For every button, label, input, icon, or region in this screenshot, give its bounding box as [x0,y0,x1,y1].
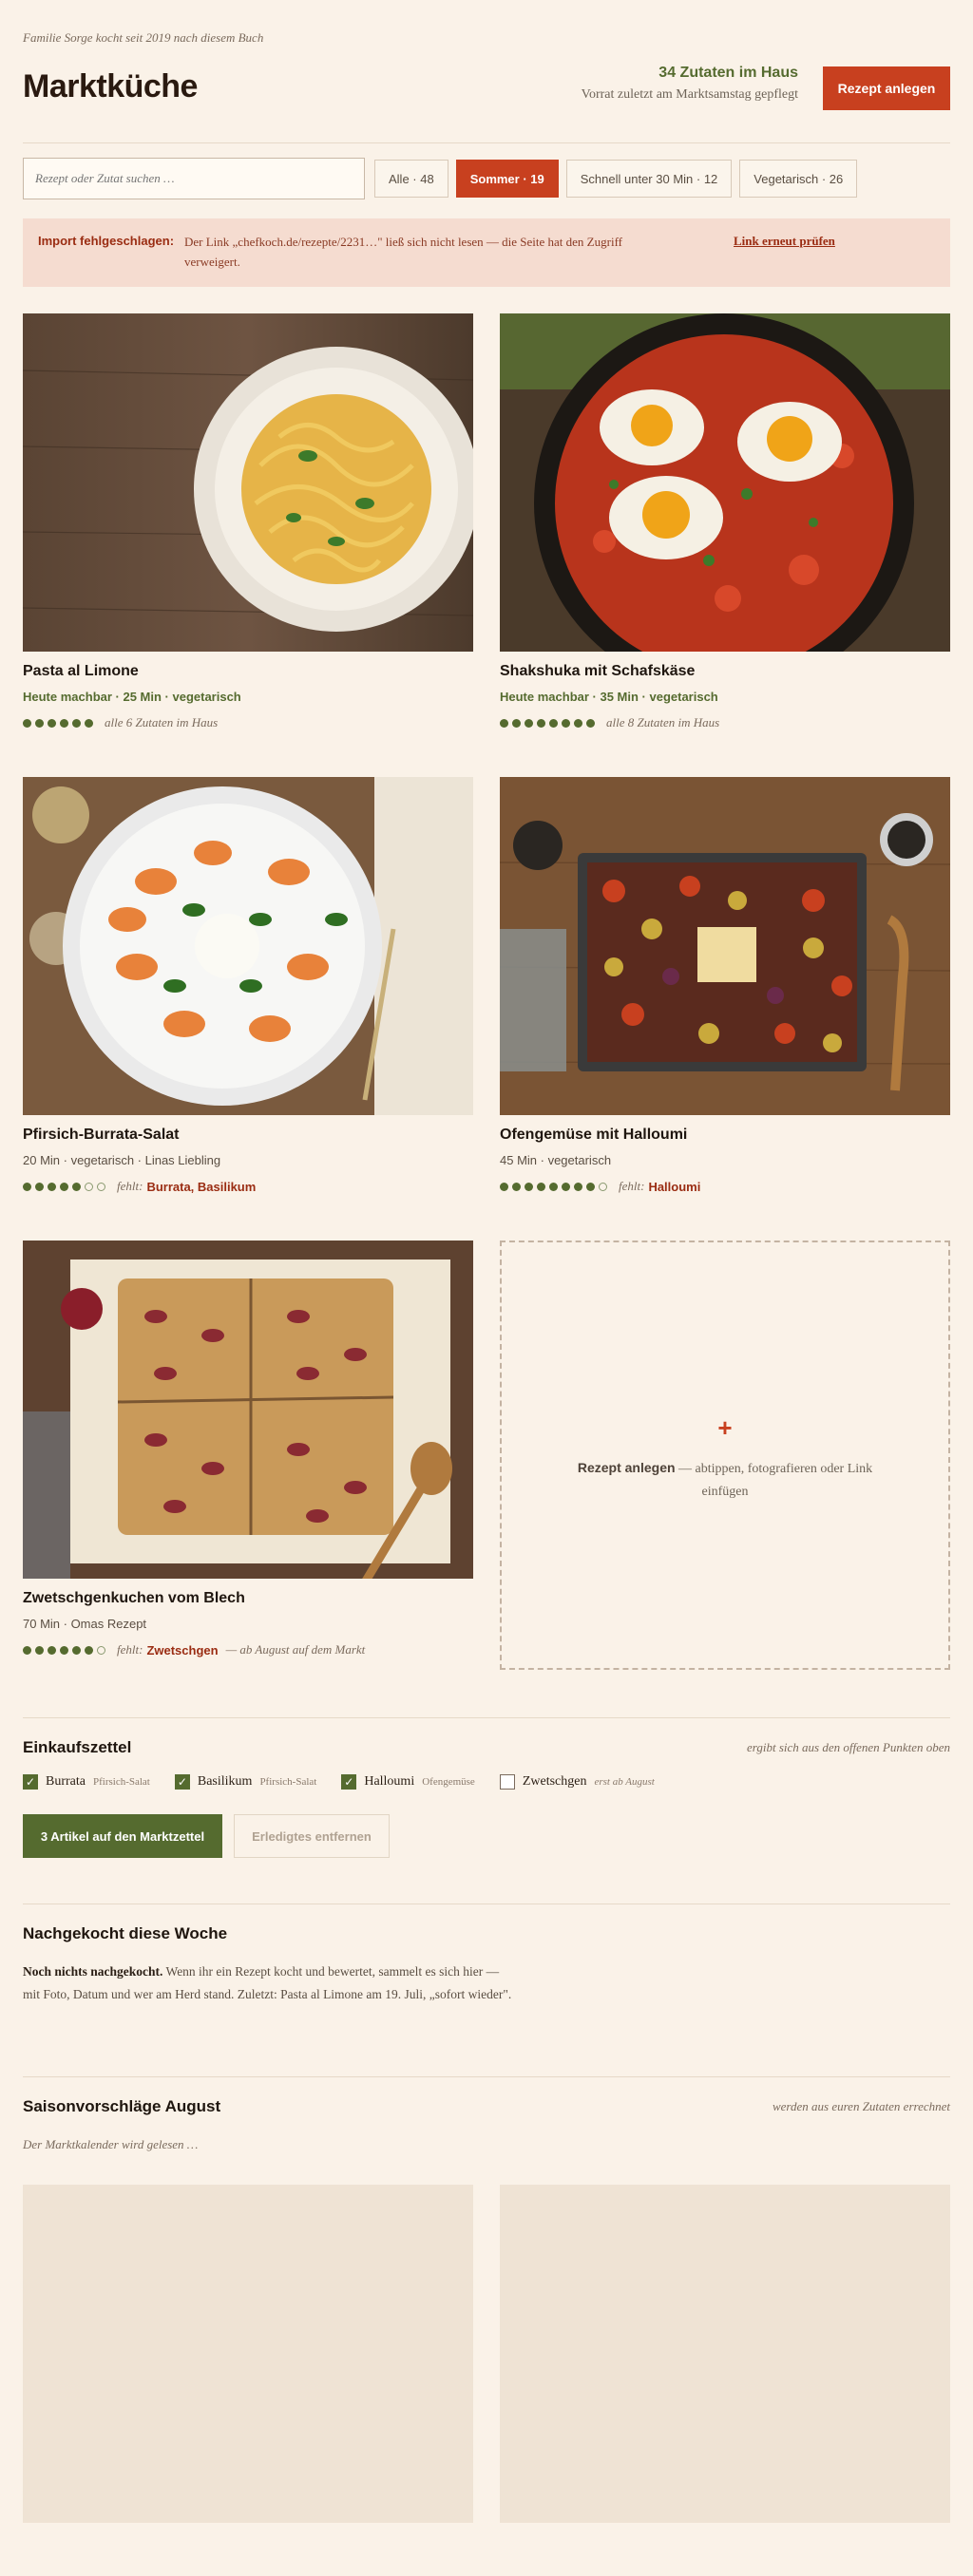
recipe-meta: Heute machbar · 25 Min · vegetarisch [23,690,241,704]
divider [23,2076,950,2077]
checkbox-checked[interactable]: ✓ [23,1774,38,1790]
loading-placeholder [23,2185,473,2523]
search-input[interactable] [23,158,365,199]
recipe-photo[interactable] [23,777,473,1115]
recipe-photo[interactable] [500,313,950,652]
recipe-card[interactable]: Ofengemüse mit Halloumi 45 Min · vegetar… [500,777,950,1194]
shopping-list: ✓ Burrata Pfirsich-Salat ✓ Basilikum Pfi… [23,1774,655,1790]
availability-note: — ab August auf dem Markt [225,1642,366,1657]
shopping-item[interactable]: ✓ Basilikum Pfirsich-Salat [174,1774,316,1790]
pantry-status: 34 Zutaten im Haus Vorrat zuletzt am Mar… [582,65,798,103]
recipe-name: Ofengemüse mit Halloumi [500,1127,688,1143]
season-title: Saisonvorschläge August [23,2097,221,2115]
ingredient-dots: alle 6 Zutaten im Haus [23,715,473,730]
filter-summer[interactable]: Sommer · 19 [455,160,559,198]
recipe-card[interactable]: Shakshuka mit Schafskäse Heute machbar ·… [500,313,950,730]
ingredient-note: alle 8 Zutaten im Haus [606,715,720,729]
cooked-empty-state: Noch nichts nachgekocht. Wenn ihr ein Re… [23,1964,512,2001]
filter-chips: Alle · 48 Sommer · 19 Schnell unter 30 M… [374,160,858,198]
recipe-card[interactable]: Pasta al Limone Heute machbar · 25 Min ·… [23,313,473,730]
loading-placeholder [500,2185,950,2523]
alert-message: Der Link „chefkoch.de/rezepte/2231…" lie… [184,235,622,270]
shopping-item[interactable]: ✓ Burrata Pfirsich-Salat [23,1774,150,1790]
filter-quick[interactable]: Schnell unter 30 Min · 12 [565,160,733,198]
recipe-name: Shakshuka mit Schafskäse [500,663,696,679]
ingredient-dots: fehlt: Burrata, Basilikum [23,1179,473,1194]
recipe-photo[interactable] [500,777,950,1115]
divider [23,142,950,143]
recipe-name: Pfirsich-Burrata-Salat [23,1127,180,1143]
ingredient-note: fehlt: [117,1642,143,1657]
alert-label: Import fehlgeschlagen: [38,234,175,248]
create-recipe-button[interactable]: Rezept anlegen [823,66,950,110]
season-note: werden aus euren Zutaten errechnet [772,2099,950,2113]
ingredient-dots: fehlt: Halloumi [500,1179,950,1194]
recipe-meta: 70 Min · Omas Rezept [23,1617,147,1631]
plus-icon: + [717,1413,733,1442]
checkbox-checked[interactable]: ✓ [341,1774,357,1790]
remove-done-button[interactable]: Erledigtes entfernen [234,1814,390,1858]
recipe-photo[interactable] [23,313,473,652]
filter-all[interactable]: Alle · 48 [374,160,448,198]
cooked-title: Nachgekocht diese Woche [23,1924,228,1942]
shopping-item[interactable]: ✓ Halloumi Ofengemüse [341,1774,475,1790]
retry-link[interactable]: Link erneut prüfen [734,234,835,249]
recipe-meta: Heute machbar · 35 Min · vegetarisch [500,690,718,704]
missing-ingredients: Halloumi [648,1179,701,1194]
recipe-meta: 45 Min · vegetarisch [500,1153,612,1167]
missing-ingredients: Zwetschgen [146,1642,219,1657]
shopping-item[interactable]: Zwetschgen erst ab August [499,1774,655,1790]
pantry-updated: Vorrat zuletzt am Marktsamstag gepflegt [581,87,798,102]
pantry-count: 34 Zutaten im Haus [658,65,798,81]
ingredient-note: alle 6 Zutaten im Haus [105,715,219,729]
ingredient-note: fehlt: [117,1179,143,1193]
add-recipe-card[interactable]: + Rezept anlegen — abtippen, fotografier… [500,1241,950,1670]
recipe-name: Zwetschgenkuchen vom Blech [23,1590,245,1606]
tagline: Familie Sorge kocht seit 2019 nach diese… [23,30,264,45]
checkbox-checked[interactable]: ✓ [174,1774,190,1790]
shopping-list-note: ergibt sich aus den offenen Punkten oben [747,1740,950,1754]
season-loading: Der Marktkalender wird gelesen … [23,2137,199,2151]
shopping-list-title: Einkaufszettel [23,1738,132,1756]
add-to-market-list-button[interactable]: 3 Artikel auf den Marktzettel [23,1814,222,1858]
divider [23,1717,950,1718]
missing-ingredients: Burrata, Basilikum [146,1179,257,1194]
filter-vegetarian[interactable]: Vegetarisch · 26 [739,160,858,198]
recipe-photo[interactable] [23,1241,473,1579]
recipe-card[interactable]: Zwetschgenkuchen vom Blech 70 Min · Omas… [23,1241,473,1657]
add-recipe-text: Rezept anlegen — abtippen, fotografieren… [577,1460,873,1499]
ingredient-dots: alle 8 Zutaten im Haus [500,715,950,730]
ingredient-dots: fehlt: Zwetschgen — ab August auf dem Ma… [23,1642,473,1657]
checkbox-unchecked[interactable] [499,1774,515,1790]
ingredient-note: fehlt: [619,1179,645,1193]
import-error-alert: Import fehlgeschlagen: Der Link „chefkoc… [23,218,950,287]
page-title: Marktküche [23,68,198,104]
recipe-card[interactable]: Pfirsich-Burrata-Salat 20 Min · vegetari… [23,777,473,1194]
recipe-meta: 20 Min · vegetarisch · Linas Liebling [23,1153,221,1167]
recipe-name: Pasta al Limone [23,663,139,679]
